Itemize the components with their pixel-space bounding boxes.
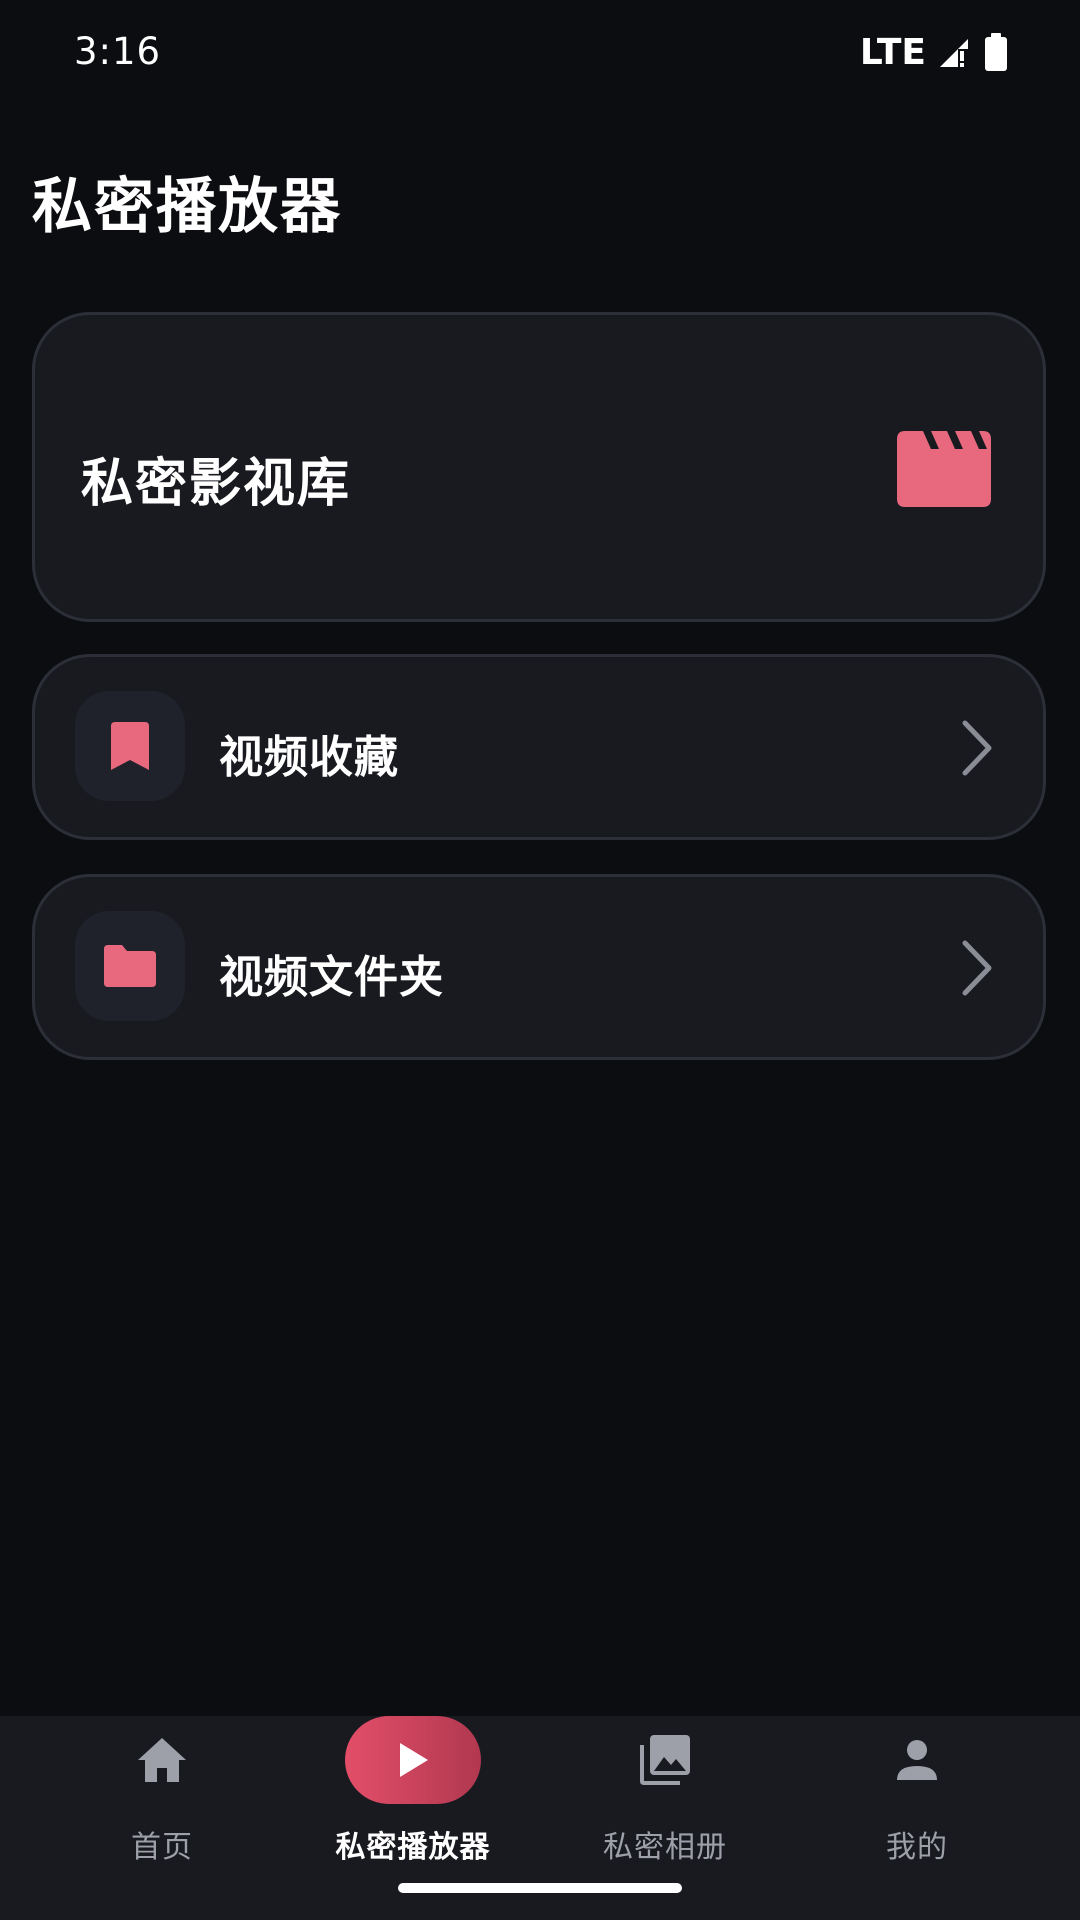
nav-mine-label: 我的 <box>886 1830 948 1865</box>
status-indicators: LTE <box>860 30 1008 74</box>
network-type: LTE <box>859 31 926 73</box>
library-card-label: 私密影视库 <box>81 454 352 514</box>
home-indicator[interactable] <box>398 1883 682 1893</box>
person-icon <box>897 1740 937 1780</box>
private-library-card[interactable]: 私密影视库 <box>32 312 1046 622</box>
video-folder-item[interactable]: 视频文件夹 <box>32 874 1046 1060</box>
status-time: 3:16 <box>74 30 162 73</box>
favorites-label: 视频收藏 <box>219 732 399 783</box>
page-title: 私密播放器 <box>32 172 342 242</box>
nav-album-label: 私密相册 <box>603 1830 727 1865</box>
nav-home-label: 首页 <box>131 1830 193 1865</box>
folder-icon-box <box>75 911 185 1021</box>
nav-mine[interactable]: 我的 <box>792 1716 1042 1920</box>
status-bar: 3:16 LTE <box>0 0 1080 104</box>
home-icon <box>138 1738 186 1782</box>
nav-home[interactable]: 首页 <box>37 1716 287 1920</box>
clapperboard-icon <box>897 431 991 507</box>
photo-album-icon <box>640 1735 690 1785</box>
signal-icon <box>940 39 968 67</box>
chevron-right-icon <box>962 940 992 996</box>
favorites-icon-box <box>75 691 185 801</box>
folder-icon <box>104 945 156 987</box>
nav-player-label: 私密播放器 <box>335 1830 491 1865</box>
play-icon <box>400 1743 428 1777</box>
chevron-right-icon <box>962 720 992 776</box>
battery-icon <box>985 33 1007 71</box>
bookmark-icon <box>111 722 149 770</box>
video-favorites-item[interactable]: 视频收藏 <box>32 654 1046 840</box>
folder-label: 视频文件夹 <box>219 952 444 1003</box>
